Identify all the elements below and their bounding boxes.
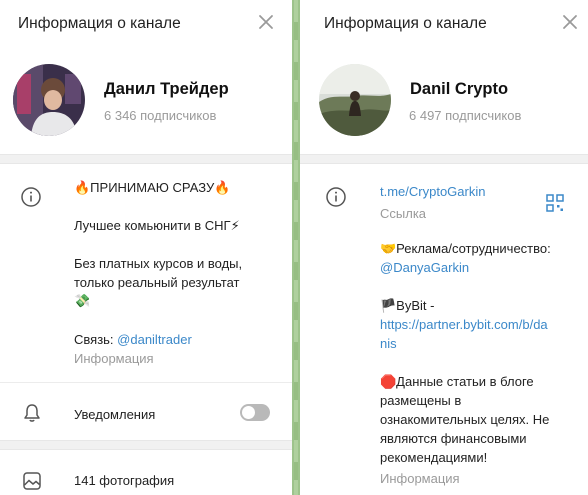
ad-line: 🤝Реклама/сотрудничество:	[380, 241, 551, 256]
contact-line: Связь: @daniltrader	[74, 330, 192, 349]
about-line: Лучшее комьюнити в СНГ⚡	[74, 218, 240, 233]
disclaimer-line: являются финансовыми	[380, 431, 527, 446]
avatar[interactable]	[319, 64, 391, 136]
about-line: только реальный результат	[74, 275, 240, 290]
bybit-link[interactable]: https://partner.bybit.com/b/da	[380, 315, 548, 334]
panel-title: Информация о канале	[18, 15, 181, 32]
left-channel-info-panel: Информация о канале Данил Трейдер 6 346 …	[0, 0, 292, 495]
channel-name: Данил Трейдер	[104, 80, 229, 98]
info-icon	[21, 187, 41, 207]
about-caption: Информация	[74, 351, 154, 366]
panel-title: Информация о канале	[324, 15, 487, 32]
subscriber-count: 6 346 подписчиков	[104, 108, 217, 123]
about-caption: Информация	[380, 471, 460, 486]
channel-link[interactable]: t.me/CryptoGarkin	[380, 182, 485, 201]
about-line: Без платных курсов и воды,	[74, 256, 243, 271]
divider	[0, 382, 292, 383]
disclaimer-line: 🛑Данные статьи в блоге	[380, 374, 534, 389]
money-emoji: 💸	[74, 294, 91, 309]
disclaimer-line: рекомендациями!	[380, 450, 488, 465]
section-divider	[300, 154, 588, 164]
notifications-label: Уведомления	[74, 407, 156, 422]
notifications-toggle[interactable]	[240, 404, 270, 421]
disclaimer-line: ознакомительных целях. Не	[380, 412, 550, 427]
link-caption: Ссылка	[380, 206, 427, 221]
close-icon[interactable]	[559, 11, 581, 33]
disclaimer-line: размещены в	[380, 393, 462, 408]
subscriber-count: 6 497 подписчиков	[409, 108, 522, 123]
contact-prefix: Связь:	[74, 332, 118, 347]
info-icon	[326, 187, 346, 207]
bybit-line: 🏴ByBit -	[380, 298, 435, 313]
ad-contact-link[interactable]: @DanyaGarkin	[380, 258, 469, 277]
right-channel-info-panel: Информация о канале Danil Crypto 6 497 п…	[300, 0, 588, 495]
chat-background-strip	[292, 0, 300, 495]
about-line: 🔥ПРИНИМАЮ СРАЗУ🔥	[74, 180, 231, 195]
section-divider	[0, 154, 292, 164]
photos-count[interactable]: 141 фотография	[74, 471, 174, 490]
toggle-knob	[242, 406, 255, 419]
bybit-link-continued[interactable]: nis	[380, 334, 397, 353]
channel-name: Danil Crypto	[410, 80, 509, 98]
avatar[interactable]	[13, 64, 85, 136]
photo-icon	[23, 472, 41, 490]
section-divider	[0, 440, 292, 450]
contact-link[interactable]: @daniltrader	[117, 332, 192, 347]
qr-code-icon[interactable]	[546, 194, 564, 212]
close-icon[interactable]	[255, 11, 277, 33]
bell-icon	[24, 404, 40, 422]
